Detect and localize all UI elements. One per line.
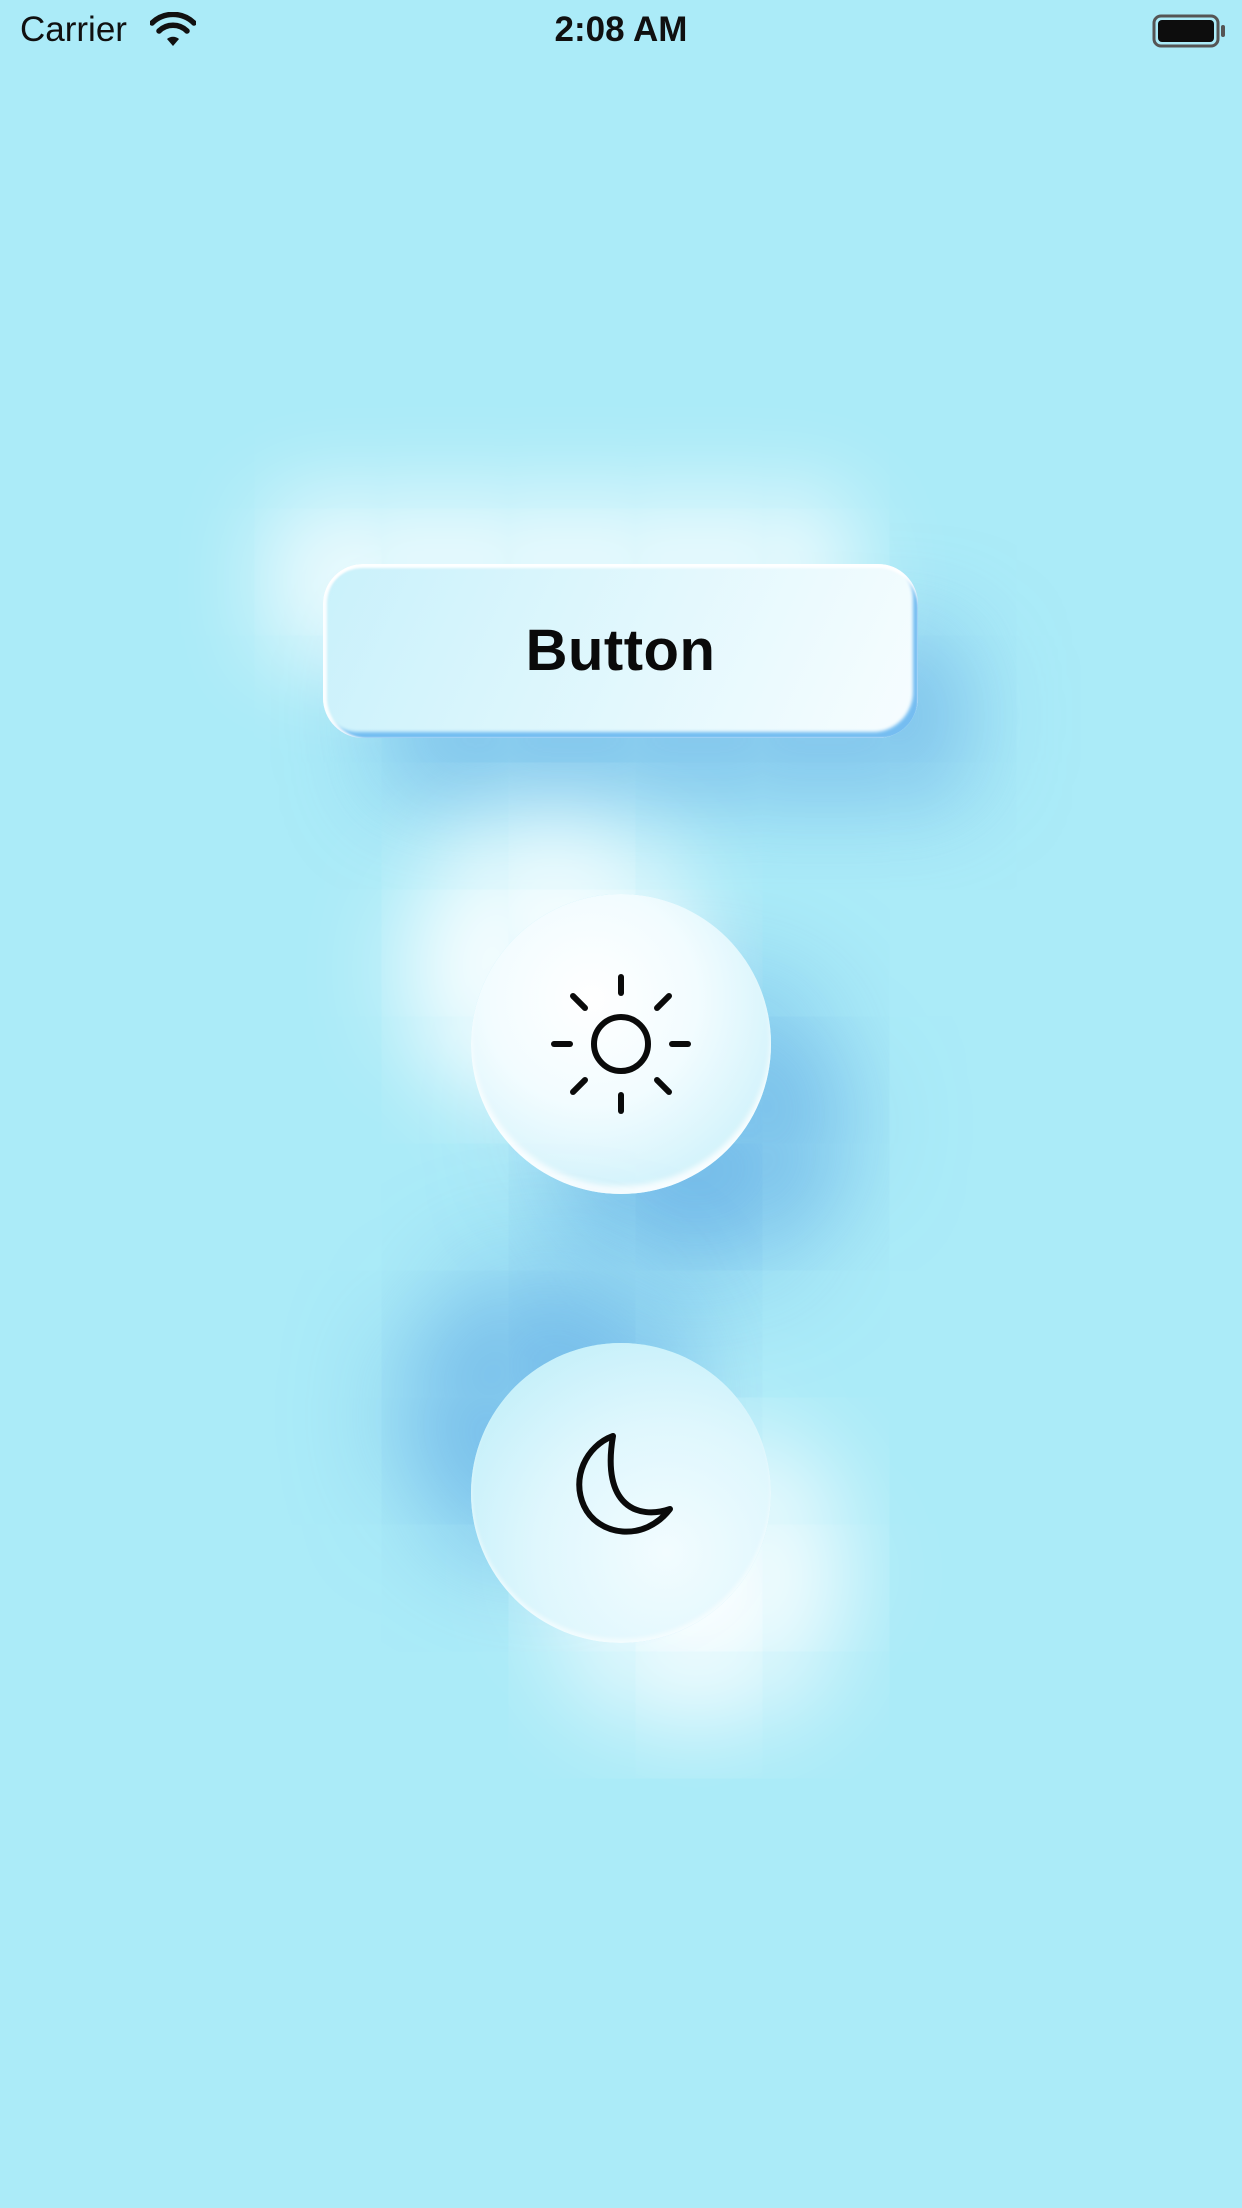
battery-full-icon — [1152, 14, 1225, 48]
moon-icon — [576, 1433, 673, 1535]
status-bar: Carrier 2:08 AM — [0, 0, 1242, 60]
clock-time: 2:08 AM — [554, 10, 688, 49]
light-mode-button[interactable] — [471, 894, 771, 1194]
dark-mode-button[interactable] — [471, 1343, 771, 1643]
sun-icon — [551, 974, 691, 1114]
primary-button[interactable]: Button — [323, 564, 918, 738]
screen: Carrier 2:08 AM Button — [0, 0, 1242, 2208]
primary-button-label: Button — [525, 618, 716, 683]
